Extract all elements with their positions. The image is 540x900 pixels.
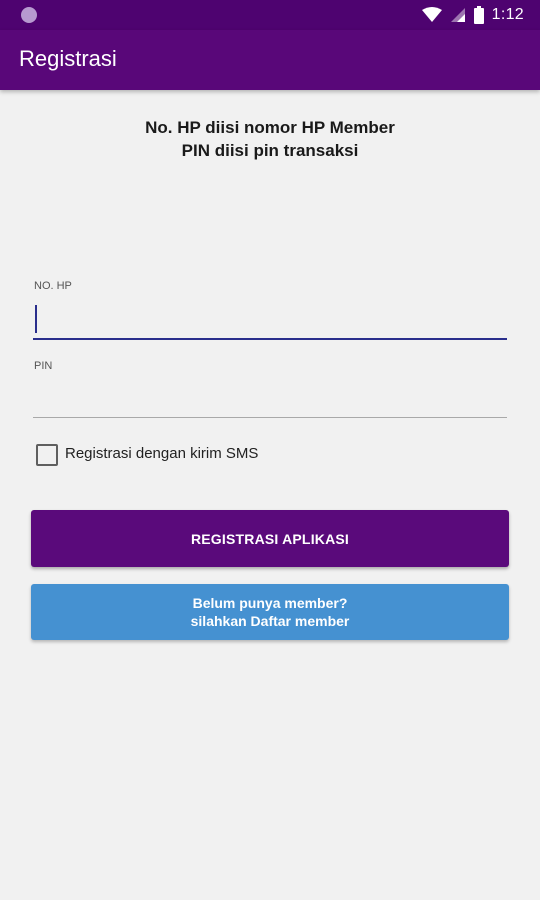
pin-field-underline — [33, 417, 507, 418]
pin-field[interactable] — [33, 380, 511, 418]
status-icons: 1:12 — [421, 4, 524, 26]
wifi-icon — [421, 7, 442, 22]
phone-field[interactable] — [33, 301, 511, 339]
register-member-button-line2: silahkan Daftar member — [190, 613, 350, 629]
register-member-button-line1: Belum punya member? — [192, 595, 348, 611]
register-app-button-label: REGISTRASI APLIKASI — [190, 530, 350, 547]
phone-field-underline — [33, 338, 507, 340]
phone-field-label: NO. HP — [34, 280, 72, 292]
status-bar: 1:12 — [0, 0, 540, 30]
battery-icon — [473, 6, 484, 24]
instruction-line-pin: PIN diisi pin transaksi — [181, 141, 359, 160]
sms-checkbox[interactable] — [36, 444, 58, 466]
status-time: 1:12 — [491, 6, 524, 23]
instructions: No. HP diisi nomor HP Member PIN diisi p… — [0, 116, 540, 162]
signal-icon — [450, 8, 465, 22]
notification-dot-icon — [21, 7, 37, 23]
app-bar: Registrasi — [0, 30, 540, 90]
text-caret — [35, 305, 37, 333]
page-title: Registrasi — [19, 46, 117, 71]
sms-checkbox-label[interactable]: Registrasi dengan kirim SMS — [65, 445, 258, 462]
instruction-line-phone: No. HP diisi nomor HP Member — [145, 118, 395, 137]
register-app-button[interactable]: REGISTRASI APLIKASI — [31, 510, 509, 567]
register-member-button[interactable]: Belum punya member? silahkan Daftar memb… — [31, 584, 509, 640]
pin-field-label: PIN — [34, 360, 53, 372]
